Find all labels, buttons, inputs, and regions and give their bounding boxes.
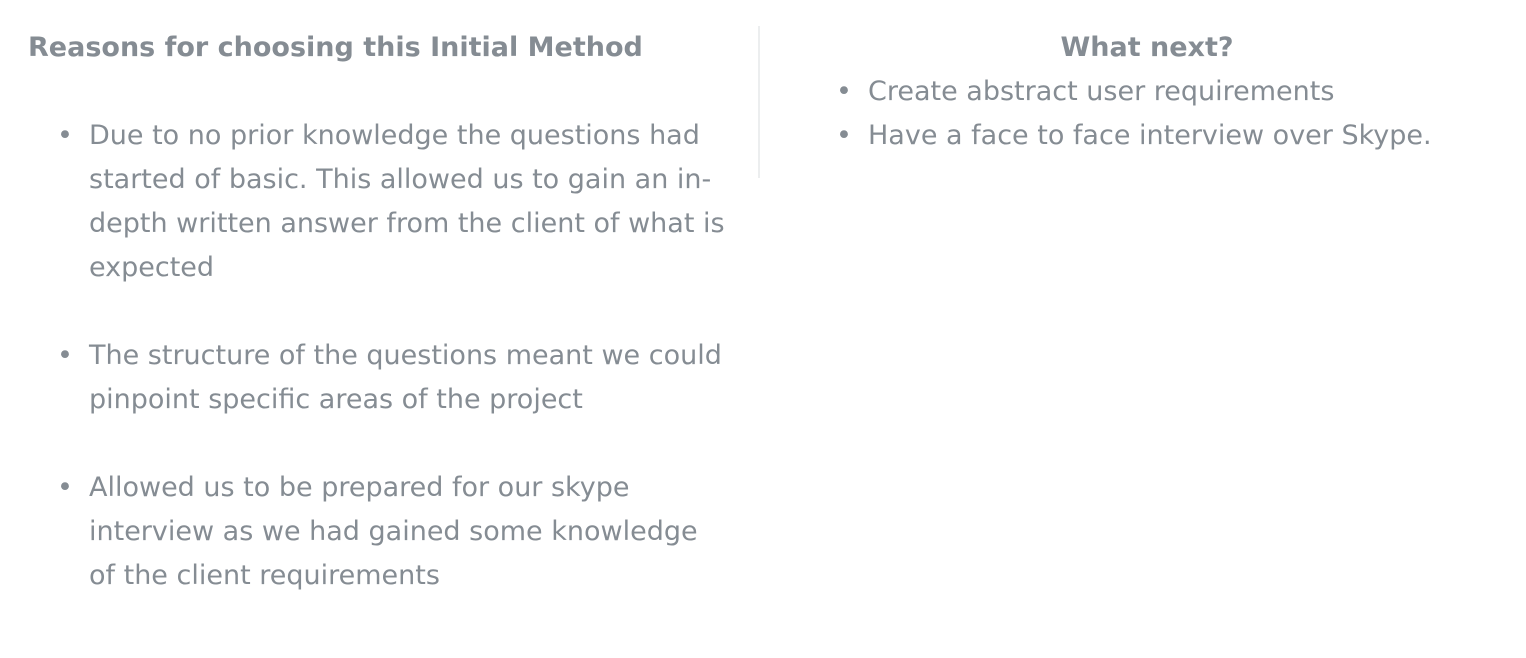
reasons-heading: Reasons for choosing this Initial Method [28, 32, 643, 63]
reasons-column: Reasons for choosing this Initial Method… [28, 26, 728, 642]
list-item: • Allowed us to be prepared for our skyp… [57, 466, 729, 598]
next-steps-heading: What next? [1060, 32, 1234, 63]
list-item-text: Have a face to face interview over Skype… [868, 120, 1432, 151]
list-item-text: Due to no prior knowledge the questions … [89, 120, 725, 283]
bullet-icon: • [57, 472, 73, 503]
list-item: • Due to no prior knowledge the question… [57, 114, 729, 290]
bullet-icon: • [57, 340, 73, 371]
next-steps-column: What next? • Create abstract user requir… [800, 26, 1500, 158]
bullet-icon: • [836, 76, 852, 107]
list-item-text: Create abstract user requirements [868, 76, 1335, 107]
list-item: • Have a face to face interview over Sky… [836, 114, 1500, 158]
list-item-text: The structure of the questions meant we … [89, 340, 722, 415]
bullet-icon: • [57, 120, 73, 151]
list-item: • Create abstract user requirements [836, 70, 1500, 114]
column-divider [758, 26, 760, 178]
list-item: • The structure of the questions meant w… [57, 334, 729, 422]
reasons-list: • Due to no prior knowledge the question… [28, 114, 728, 598]
list-item-text: Allowed us to be prepared for our skype … [89, 472, 698, 591]
bullet-icon: • [836, 120, 852, 151]
next-steps-list: • Create abstract user requirements • Ha… [800, 70, 1500, 158]
